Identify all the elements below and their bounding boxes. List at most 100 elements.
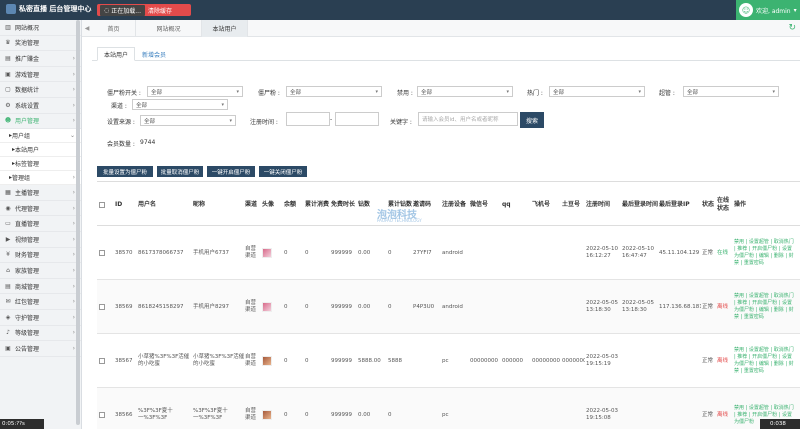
source-select[interactable]: 全部 ▾ — [140, 115, 236, 126]
online-status: 在线 — [717, 249, 729, 256]
table-cell: 8618245158297 — [138, 280, 193, 334]
table-row[interactable]: 38570 8617378066737 手机用户6737 自营渠道 0 0 999999 0.… — [97, 226, 800, 280]
sidebar-item-0[interactable]: ▥ 网站概况 — [0, 20, 81, 36]
sidebar-item-label: 系统设置 — [15, 102, 40, 110]
column-header[interactable]: 最后登录时间 — [622, 182, 658, 227]
sidebar-bottom-item-3[interactable]: ▶ 视频管理 › — [0, 232, 81, 248]
search-button[interactable]: 搜索 — [520, 112, 544, 128]
tab-prev-icon[interactable]: ◀ — [82, 20, 92, 37]
cell-status: 正常 — [702, 411, 714, 418]
select-all-checkbox[interactable] — [99, 201, 105, 208]
enable-zombie-button[interactable]: 一键开启僵尸粉 — [207, 166, 255, 177]
banned-select[interactable]: 全部 ▾ — [417, 86, 513, 97]
sidebar-item-2[interactable]: ▤ 推广赚金 › — [0, 51, 81, 67]
keyword-input[interactable]: 请输入会员id、用户名或者昵称 — [418, 112, 518, 126]
table-cell: %3F%3F夏十一%3F%3F — [138, 388, 193, 429]
column-header[interactable]: 渠道 — [245, 182, 261, 227]
subtab-site-users[interactable]: 本站用户 — [97, 47, 135, 61]
sidebar-bottom-item-10[interactable]: ▣ 公告管理 › — [0, 341, 81, 357]
tab-users[interactable]: 本站用户 — [202, 20, 248, 37]
spinner-icon: ◌ — [104, 6, 110, 14]
zombie-switch-select[interactable]: 全部 ▾ — [147, 86, 243, 97]
sidebar-item-6[interactable]: ☻ 用户管理 › — [0, 114, 81, 130]
cell-status: 正常 — [702, 303, 714, 310]
column-header[interactable]: 飞机号 — [532, 182, 561, 227]
refresh-icon[interactable]: ↻ — [788, 23, 796, 33]
table-cell: 在线 — [717, 226, 733, 280]
chevron-right-icon: › — [72, 204, 75, 212]
column-header[interactable]: 土豆号 — [562, 182, 585, 227]
sidebar-subitem-0[interactable]: ▸ 本站用户 — [0, 143, 81, 158]
selected-value: 全部 — [136, 102, 148, 109]
disable-zombie-button[interactable]: 一键关闭僵尸粉 — [259, 166, 307, 177]
table-row[interactable]: 38567 小草猪%3F%3F活催的小吃蜜 小草猪%3F%3F活催的小吃蜜 自营渠道 0… — [97, 334, 800, 388]
promo-icon: ▤ — [5, 54, 11, 62]
sidebar-sub-label: 管理组 — [12, 175, 31, 183]
row-checkbox[interactable] — [99, 412, 105, 418]
cell-device: pc — [442, 357, 449, 364]
row-operations[interactable]: 禁用 | 设置超管 | 取消热门 | 推荐 | 开启僵尸粉 | 设置为僵尸粉 |… — [734, 347, 794, 375]
sidebar-item-5[interactable]: ⚙ 系统设置 › — [0, 98, 81, 114]
sidebar-bottom-item-6[interactable]: ▤ 商城管理 › — [0, 279, 81, 295]
column-header[interactable]: 昵称 — [193, 182, 245, 227]
sidebar-bottom-item-8[interactable]: ◈ 守护管理 › — [0, 310, 81, 326]
column-header[interactable]: 微信号 — [470, 182, 501, 227]
select-all-cell[interactable] — [99, 182, 111, 227]
table-cell: 2022-05-10 16:12:27 — [586, 226, 621, 280]
column-header[interactable]: 头像 — [262, 182, 284, 227]
sidebar-bottom-item-5[interactable]: ⌂ 家族管理 › — [0, 263, 81, 279]
cell-total: 0 — [388, 249, 392, 256]
tab-home[interactable]: 首页 — [92, 20, 136, 37]
column-header[interactable]: 注册时间 — [586, 182, 621, 227]
column-header[interactable]: 最后登录IP — [659, 182, 701, 227]
sidebar-user-group[interactable]: ▸ 用户组 ⌄ — [0, 129, 81, 144]
sidebar-admin-group[interactable]: ▸ 管理组 › — [0, 171, 81, 186]
batch-cancel-zombie-button[interactable]: 批量取消僵尸粉 — [157, 166, 203, 177]
sidebar-bottom-item-4[interactable]: ¥ 财务管理 › — [0, 248, 81, 264]
column-header[interactable]: 用户名 — [138, 182, 193, 227]
sidebar-bottom-item-2[interactable]: ▭ 直播管理 › — [0, 216, 81, 232]
table-cell: 自营渠道 — [245, 280, 261, 334]
batch-set-zombie-button[interactable]: 批量设置为僵尸粉 — [97, 166, 153, 177]
column-header[interactable]: 免费时长 — [331, 182, 357, 227]
column-header[interactable]: 在线状态 — [717, 182, 733, 227]
table-row[interactable]: 38569 8618245158297 手机用户8297 自营渠道 0 0 999999 0.… — [97, 280, 800, 334]
row-checkbox[interactable] — [99, 358, 105, 364]
column-header[interactable]: ID — [115, 182, 137, 227]
column-header[interactable]: 状态 — [702, 182, 716, 227]
column-header[interactable]: qq — [502, 182, 531, 227]
clear-cache-button[interactable]: 清除缓存 — [148, 6, 172, 15]
site-logo[interactable]: 私密直播 后台管理中心 — [6, 4, 91, 14]
row-checkbox[interactable] — [99, 304, 105, 310]
reg-time-start-input[interactable] — [286, 112, 330, 126]
sidebar-bottom-item-0[interactable]: ▦ 主播管理 › — [0, 185, 81, 201]
channel-select[interactable]: 全部 ▾ — [132, 99, 228, 110]
column-header[interactable]: 操作 — [734, 182, 794, 227]
column-header[interactable]: 注册设备 — [442, 182, 469, 227]
row-operations[interactable]: 禁用 | 设置超管 | 取消热门 | 推荐 | 开启僵尸粉 | 设置为僵尸粉 |… — [734, 239, 794, 267]
sidebar-scrollbar[interactable] — [76, 20, 80, 425]
sidebar-item-3[interactable]: ▣ 游戏管理 › — [0, 67, 81, 83]
row-checkbox[interactable] — [99, 250, 105, 256]
sidebar-bottom-item-1[interactable]: ◉ 代理管理 › — [0, 201, 81, 217]
sidebar-subitem-1[interactable]: ▸ 标签管理 — [0, 157, 81, 172]
sidebar-bottom-item-9[interactable]: ♪ 等级管理 › — [0, 326, 81, 342]
reg-time-end-input[interactable] — [335, 112, 379, 126]
row-operations[interactable]: 禁用 | 设置超管 | 取消热门 | 推荐 | 开启僵尸粉 | 设置为僵尸粉 |… — [734, 293, 794, 321]
table-row[interactable]: 38566 %3F%3F夏十一%3F%3F %3F%3F夏十一%3F%3F 自营渠道 0… — [97, 388, 800, 429]
gear-icon: ⚙ — [5, 101, 11, 109]
hot-select[interactable]: 全部 ▾ — [549, 86, 645, 97]
column-header[interactable]: 累计消费 — [305, 182, 330, 227]
sidebar-bottom-item-7[interactable]: ✉ 红包管理 › — [0, 294, 81, 310]
subtab-new-members[interactable]: 新增会员 — [139, 47, 169, 61]
chevron-right-icon: › — [72, 266, 75, 274]
sidebar-item-4[interactable]: ▢ 数据统计 › — [0, 82, 81, 98]
super-select[interactable]: 全部 ▾ — [683, 86, 779, 97]
tab-overview[interactable]: 网站概况 — [136, 20, 202, 37]
zombie-select[interactable]: 全部 ▾ — [286, 86, 382, 97]
cell-qq: 000000 — [502, 357, 523, 364]
column-header[interactable]: 余额 — [284, 182, 304, 227]
admin-menu[interactable]: ☺ 欢迎, admin ▾ — [736, 0, 800, 20]
sidebar-item-1[interactable]: ♛ 奖池管理 — [0, 36, 81, 52]
banned-label: 禁用 : — [397, 90, 413, 97]
